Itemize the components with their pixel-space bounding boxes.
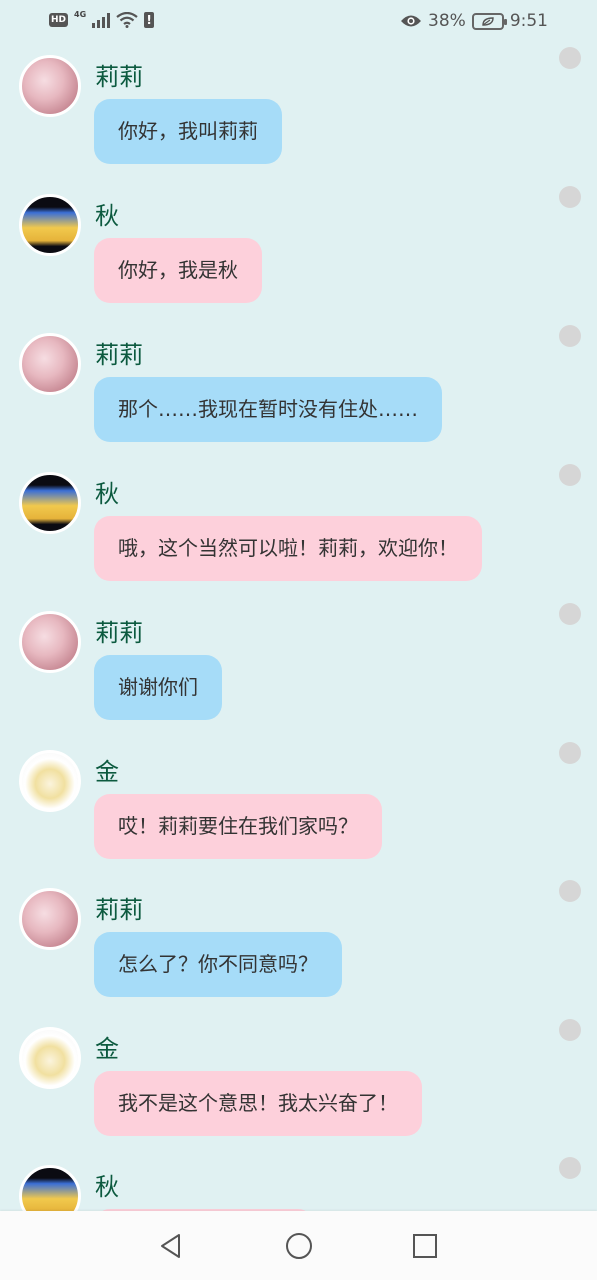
message-dot[interactable] [559, 603, 581, 625]
avatar-lili[interactable] [19, 333, 81, 395]
status-right: 38% 9:51 [400, 11, 548, 31]
avatar-lili[interactable] [19, 888, 81, 950]
avatar-lili[interactable] [19, 611, 81, 673]
message-dot[interactable] [559, 880, 581, 902]
sender-name: 莉莉 [95, 896, 143, 924]
avatar-qiu[interactable] [19, 472, 81, 534]
back-icon[interactable] [157, 1232, 185, 1260]
message-bubble[interactable]: 我不是这个意思！我太兴奋了！ [94, 1071, 422, 1136]
hd-badge: HD [49, 13, 69, 27]
sender-name: 莉莉 [95, 341, 143, 369]
message-bubble[interactable]: 你好，我是秋 [94, 238, 262, 303]
avatar-jin[interactable] [19, 750, 81, 812]
battery-percent: 38% [428, 11, 466, 31]
message-row: 莉莉 你好，我叫莉莉 [0, 47, 597, 194]
message-dot[interactable] [559, 742, 581, 764]
eye-icon [401, 15, 422, 27]
message-bubble[interactable]: 谢谢你们 [94, 655, 222, 720]
message-row: 金 我不是这个意思！我太兴奋了！ [0, 1019, 597, 1166]
sender-name: 金 [95, 758, 119, 786]
message-row: 秋 哦，这个当然可以啦！莉莉，欢迎你！ [0, 464, 597, 611]
status-left: HD 4G ! [49, 9, 155, 28]
message-dot[interactable] [559, 47, 581, 69]
message-bubble[interactable]: 你好，我叫莉莉 [94, 99, 282, 164]
status-bar: HD 4G ! 38% 9:51 [0, 0, 597, 46]
battery-icon [471, 12, 507, 30]
avatar-jin[interactable] [19, 1027, 81, 1089]
sender-name: 秋 [95, 1173, 119, 1201]
avatar-qiu[interactable] [19, 194, 81, 256]
message-dot[interactable] [559, 186, 581, 208]
signal-icon [92, 12, 111, 28]
sender-name: 秋 [95, 480, 119, 508]
message-row: 莉莉 那个……我现在暂时没有住处…… [0, 325, 597, 472]
navigation-bar [0, 1211, 597, 1280]
alert-icon: ! [144, 12, 155, 28]
network-type: 4G [74, 9, 87, 19]
sender-name: 莉莉 [95, 63, 143, 91]
wifi-icon [116, 12, 138, 28]
message-dot[interactable] [559, 1157, 581, 1179]
home-icon[interactable] [285, 1232, 313, 1260]
sender-name: 秋 [95, 202, 119, 230]
message-bubble[interactable]: 那个……我现在暂时没有住处…… [94, 377, 442, 442]
message-dot[interactable] [559, 464, 581, 486]
recents-icon[interactable] [411, 1232, 439, 1260]
message-dot[interactable] [559, 1019, 581, 1041]
avatar-lili[interactable] [19, 55, 81, 117]
clock: 9:51 [509, 11, 548, 31]
message-row: 莉莉 怎么了？你不同意吗？ [0, 880, 597, 1027]
message-row: 金 哎！莉莉要住在我们家吗？ [0, 742, 597, 889]
sender-name: 金 [95, 1035, 119, 1063]
message-bubble[interactable]: 哎！莉莉要住在我们家吗？ [94, 794, 382, 859]
message-dot[interactable] [559, 325, 581, 347]
message-bubble[interactable]: 怎么了？你不同意吗？ [94, 932, 342, 997]
message-row: 秋 你好，我是秋 [0, 186, 597, 333]
message-bubble[interactable]: 哦，这个当然可以啦！莉莉，欢迎你！ [94, 516, 482, 581]
sender-name: 莉莉 [95, 619, 143, 647]
message-row: 莉莉 谢谢你们 [0, 603, 597, 750]
